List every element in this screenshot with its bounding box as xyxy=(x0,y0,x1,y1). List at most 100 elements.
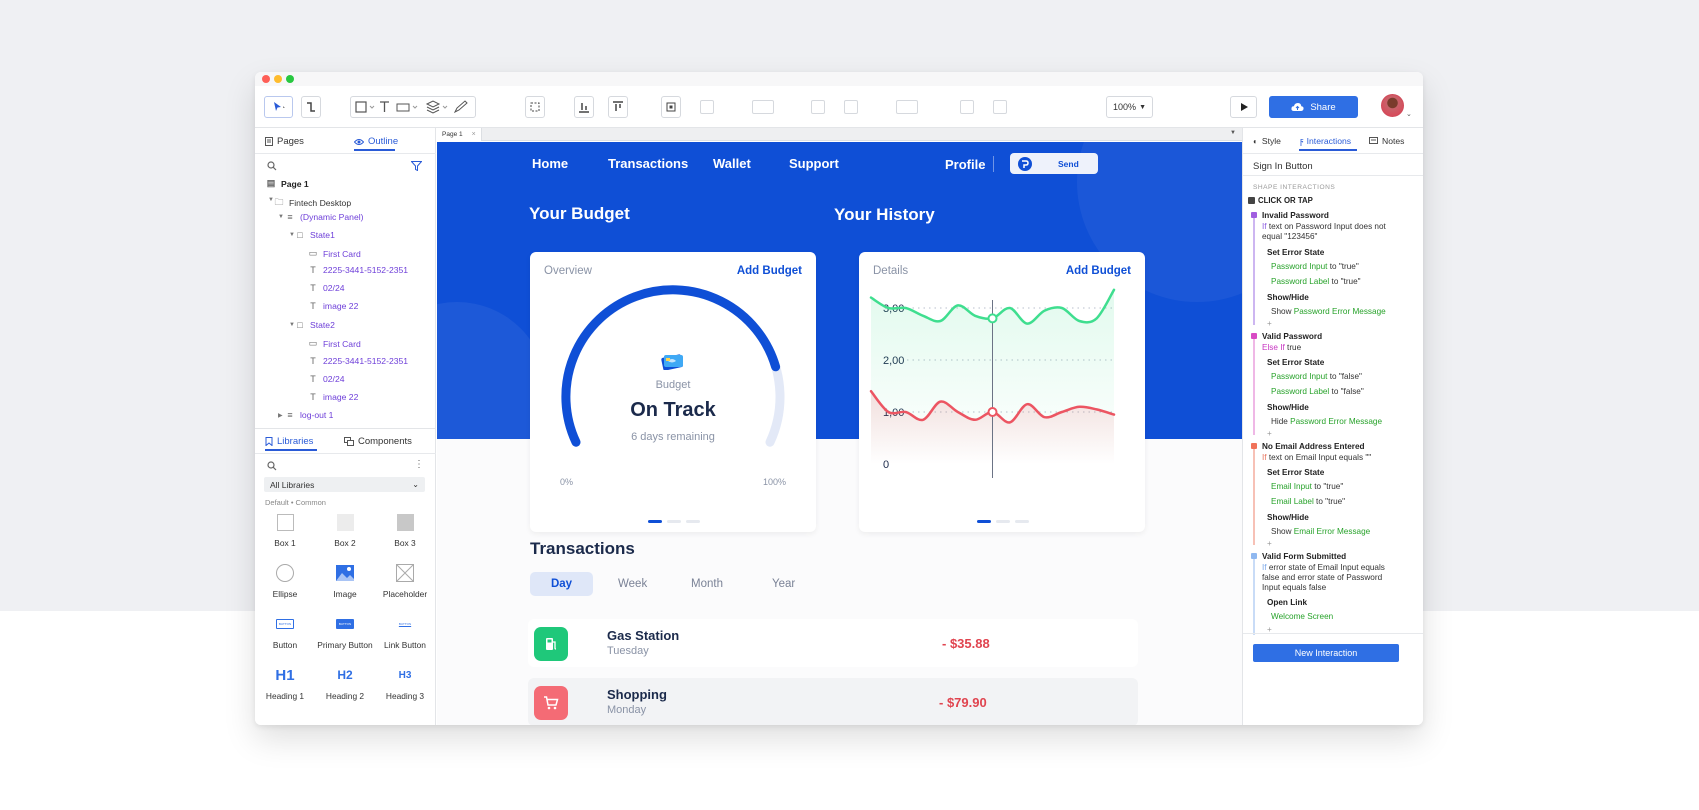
more-options-icon[interactable]: ⋮ xyxy=(414,459,424,470)
action-item[interactable]: Password Label to "false" xyxy=(1271,387,1364,396)
widget-heading-1[interactable]: H1 Heading 1 xyxy=(257,665,313,702)
case-name[interactable]: Valid Password xyxy=(1262,332,1322,341)
tab-libraries[interactable]: Libraries xyxy=(265,436,313,447)
nav-wallet[interactable]: Wallet xyxy=(713,156,751,171)
close-icon[interactable]: × xyxy=(472,131,476,138)
preview-button[interactable] xyxy=(1230,96,1257,118)
pager-dot-active[interactable] xyxy=(977,520,991,523)
widget-box-3[interactable]: Box 3 xyxy=(377,512,433,548)
period-tab-month[interactable]: Month xyxy=(691,578,723,590)
pager-dot[interactable] xyxy=(686,520,700,523)
action-title[interactable]: Show/Hide xyxy=(1267,513,1309,522)
transaction-row[interactable]: Gas Station Tuesday - $35.88 xyxy=(528,619,1138,667)
caret-down-icon[interactable]: ▼ xyxy=(1230,130,1236,136)
action-item[interactable]: Password Input to "false" xyxy=(1271,372,1362,381)
nav-profile[interactable]: Profile xyxy=(945,157,985,172)
period-tab-year[interactable]: Year xyxy=(772,578,795,590)
action-item[interactable]: Hide Password Error Message xyxy=(1271,417,1382,426)
tree-state1[interactable]: □ State1 xyxy=(295,230,335,240)
widget-box-1[interactable]: Box 1 xyxy=(257,512,313,548)
share-button[interactable]: Share xyxy=(1269,96,1358,118)
tree-text-number[interactable]: T 2225-3441-5152-2351 xyxy=(308,265,408,275)
tree-logout[interactable]: ≡ log-out 1 xyxy=(285,410,333,420)
action-title[interactable]: Show/Hide xyxy=(1267,403,1309,412)
chevron-down-icon[interactable]: ⌄ xyxy=(1406,110,1412,118)
crop-tool-button[interactable] xyxy=(661,96,681,118)
tab-outline[interactable]: Outline xyxy=(354,136,398,147)
action-item[interactable]: Show Password Error Message xyxy=(1271,307,1386,316)
align-bottom-button[interactable] xyxy=(574,96,594,118)
tree-first-card[interactable]: ▭ First Card xyxy=(308,248,361,259)
add-action-icon[interactable]: + xyxy=(1267,539,1272,548)
tree-page-1[interactable]: ▤ Page 1 xyxy=(266,178,309,189)
period-tab-week[interactable]: Week xyxy=(618,578,647,590)
action-item[interactable]: Email Input to "true" xyxy=(1271,482,1343,491)
action-title[interactable]: Set Error State xyxy=(1267,358,1324,367)
pager-dot[interactable] xyxy=(996,520,1010,523)
widget-link-button[interactable]: BUTTON Link Button xyxy=(377,614,433,650)
tab-style[interactable]: ◐ Style xyxy=(1253,136,1281,146)
pager-dot[interactable] xyxy=(667,520,681,523)
align-top-button[interactable] xyxy=(608,96,628,118)
new-interaction-button[interactable]: New Interaction xyxy=(1253,644,1399,662)
action-item[interactable]: Password Input to "true" xyxy=(1271,262,1359,271)
connector-tool-button[interactable] xyxy=(301,96,321,118)
send-button[interactable]: Send xyxy=(1010,153,1098,174)
nav-home[interactable]: Home xyxy=(532,156,568,171)
search-icon[interactable] xyxy=(267,161,277,171)
tree-text-image[interactable]: Timage 22 xyxy=(308,392,358,402)
tree-text-date[interactable]: T 02/24 xyxy=(308,283,344,293)
period-tab-day[interactable]: Day xyxy=(530,572,593,596)
caret-down-icon[interactable]: ▼ xyxy=(278,214,284,220)
tab-notes[interactable]: Notes xyxy=(1369,136,1404,146)
tree-text-date[interactable]: T 02/24 xyxy=(308,374,344,384)
widget-placeholder[interactable]: Placeholder xyxy=(377,563,433,599)
tree-text-image[interactable]: Timage 22 xyxy=(308,301,358,311)
case-name[interactable]: No Email Address Entered xyxy=(1262,442,1365,451)
action-title[interactable]: Set Error State xyxy=(1267,468,1324,477)
zoom-select[interactable]: 100% ▼ xyxy=(1106,96,1153,118)
pager-dot[interactable] xyxy=(1015,520,1029,523)
nav-support[interactable]: Support xyxy=(789,156,839,171)
tab-page-1[interactable]: Page 1 × xyxy=(437,128,482,141)
widget-box-2[interactable]: Box 2 xyxy=(317,512,373,548)
tree-text-number[interactable]: T 2225-3441-5152-2351 xyxy=(308,356,408,366)
pager-dot-active[interactable] xyxy=(648,520,662,523)
tab-interactions[interactable]: ϝ Interactions xyxy=(1300,136,1351,146)
avatar[interactable] xyxy=(1381,94,1404,117)
caret-right-icon[interactable]: ▶ xyxy=(278,412,283,419)
group-tool-button[interactable] xyxy=(525,96,545,118)
library-select[interactable]: All Libraries ⌄ xyxy=(264,477,425,492)
tree-state2[interactable]: □ State2 xyxy=(295,320,335,330)
tree-fintech-desktop[interactable]: 🗀 Fintech Desktop xyxy=(274,195,351,211)
action-item[interactable]: Show Email Error Message xyxy=(1271,527,1370,536)
widget-button[interactable]: BUTTON Button xyxy=(257,614,313,650)
case-name[interactable]: Valid Form Submitted xyxy=(1262,552,1346,561)
case-name[interactable]: Invalid Password xyxy=(1262,211,1329,220)
filter-icon[interactable] xyxy=(411,161,422,171)
widget-primary-button[interactable]: BUTTON Primary Button xyxy=(317,614,373,650)
tree-dynamic-panel[interactable]: ≡ (Dynamic Panel) xyxy=(285,212,363,222)
widget-heading-3[interactable]: H3 Heading 3 xyxy=(377,665,433,702)
widget-image[interactable]: Image xyxy=(317,563,373,599)
action-item[interactable]: Email Label to "true" xyxy=(1271,497,1345,506)
tab-pages[interactable]: Pages xyxy=(265,136,304,147)
tree-first-card[interactable]: ▭ First Card xyxy=(308,338,361,349)
action-title[interactable]: Show/Hide xyxy=(1267,293,1309,302)
transaction-row[interactable]: Shopping Monday - $79.90 xyxy=(528,678,1138,725)
action-item[interactable]: Password Label to "true" xyxy=(1271,277,1361,286)
action-title[interactable]: Set Error State xyxy=(1267,248,1324,257)
close-window-icon[interactable] xyxy=(262,75,270,83)
maximize-window-icon[interactable] xyxy=(286,75,294,83)
action-title[interactable]: Open Link xyxy=(1267,598,1307,607)
search-icon[interactable] xyxy=(267,461,277,471)
widget-ellipse[interactable]: Ellipse xyxy=(257,563,313,599)
minimize-window-icon[interactable] xyxy=(274,75,282,83)
select-tool-button[interactable] xyxy=(264,96,293,118)
tab-components[interactable]: Components xyxy=(344,436,412,447)
nav-transactions[interactable]: Transactions xyxy=(608,156,688,171)
widget-heading-2[interactable]: H2 Heading 2 xyxy=(317,665,373,701)
action-item[interactable]: Welcome Screen xyxy=(1271,612,1333,621)
add-action-icon[interactable]: + xyxy=(1267,429,1272,438)
add-action-icon[interactable]: + xyxy=(1267,319,1272,328)
